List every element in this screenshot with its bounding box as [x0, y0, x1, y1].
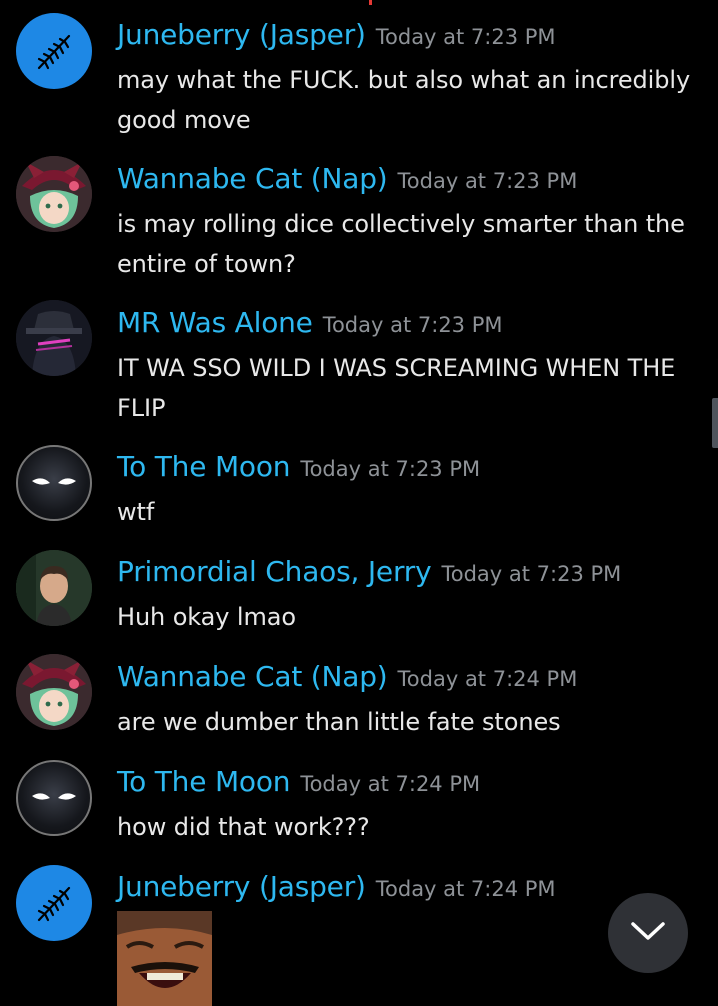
glowing-eyes-avatar[interactable] [16, 760, 92, 836]
author-name[interactable]: Wannabe Cat (Nap) [117, 162, 388, 195]
message-text: wtf [117, 498, 155, 526]
message-text: may what the FUCK. but also what an incr… [117, 66, 691, 134]
cat-girl-avatar[interactable] [16, 654, 92, 730]
author-name[interactable]: Primordial Chaos, Jerry [117, 555, 432, 588]
author-name[interactable]: To The Moon [117, 450, 291, 483]
hooded-figure-avatar[interactable] [16, 300, 92, 376]
author-name[interactable]: Juneberry (Jasper) [117, 870, 366, 903]
timestamp: Today at 7:24 PM [375, 877, 556, 901]
chevron-down-icon [630, 921, 666, 945]
author-name[interactable]: Wannabe Cat (Nap) [117, 660, 388, 693]
message-text: how did that work??? [117, 813, 370, 841]
author-name[interactable]: To The Moon [117, 765, 291, 798]
author-name[interactable]: Juneberry (Jasper) [117, 18, 366, 51]
message-text: Huh okay lmao [117, 603, 296, 631]
timestamp: Today at 7:23 PM [441, 562, 622, 586]
person-photo-avatar[interactable] [16, 550, 92, 626]
timestamp: Today at 7:24 PM [300, 772, 481, 796]
wheat-icon[interactable] [16, 13, 92, 89]
timestamp: Today at 7:23 PM [397, 169, 578, 193]
laughing-man-image[interactable] [117, 911, 212, 1006]
timestamp: Today at 7:24 PM [397, 667, 578, 691]
message-text: is may rolling dice collectively smarter… [117, 210, 685, 278]
timestamp: Today at 7:23 PM [375, 25, 556, 49]
glowing-eyes-avatar[interactable] [16, 445, 92, 521]
author-name[interactable]: MR Was Alone [117, 306, 313, 339]
unread-indicator [369, 0, 372, 5]
scrollbar-thumb[interactable] [712, 398, 718, 448]
message-text: are we dumber than little fate stones [117, 708, 561, 736]
timestamp: Today at 7:23 PM [322, 313, 503, 337]
message-text: IT WA SSO WILD I WAS SCREAMING WHEN THE … [117, 354, 676, 422]
wheat-icon[interactable] [16, 865, 92, 941]
cat-girl-avatar[interactable] [16, 156, 92, 232]
jump-to-bottom-button[interactable] [608, 893, 688, 973]
timestamp: Today at 7:23 PM [300, 457, 481, 481]
